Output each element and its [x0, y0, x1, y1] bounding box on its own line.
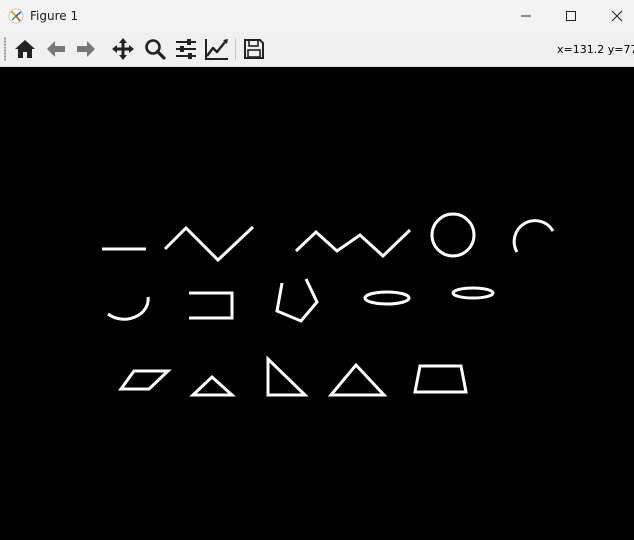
- zigzag-shape: [163, 225, 255, 263]
- minimize-icon: [521, 15, 531, 17]
- maximize-icon: [566, 11, 576, 21]
- magnifier-icon: [145, 39, 166, 60]
- floppy-disk-icon: [244, 39, 264, 59]
- arc-bottom-shape: [107, 296, 150, 321]
- arrow-right-icon: [77, 41, 95, 57]
- configure-subplots-button[interactable]: [173, 36, 199, 62]
- matplotlib-logo-icon: [8, 8, 24, 24]
- triangle-shape: [327, 362, 388, 397]
- wave-zigzag-shape: [294, 228, 412, 259]
- close-button[interactable]: [594, 0, 634, 32]
- drawing-area: [102, 212, 555, 397]
- arc-top-shape: [512, 219, 555, 253]
- cursor-coordinates: x=131.2 y=77.9: [557, 43, 634, 56]
- line-chart-icon: [205, 39, 228, 60]
- parallelogram-shape: [118, 369, 172, 391]
- toolbar-grip[interactable]: [4, 37, 6, 61]
- edit-axis-button[interactable]: [204, 36, 230, 62]
- close-icon: [611, 10, 623, 22]
- window-title: Figure 1: [30, 9, 79, 23]
- ellipse-shape: [363, 290, 411, 306]
- title-bar: Figure 1: [0, 0, 634, 32]
- move-icon: [112, 38, 134, 60]
- small-triangle-shape: [189, 374, 236, 397]
- home-button[interactable]: [12, 36, 38, 62]
- right-triangle-shape: [266, 355, 309, 397]
- toolbar-separator: [235, 38, 236, 60]
- sliders-icon: [176, 39, 196, 59]
- small-ellipse-shape: [451, 286, 495, 300]
- figure-window: Figure 1 x=131.2 y=77: [0, 0, 634, 540]
- navigation-toolbar: x=131.2 y=77.9: [0, 32, 634, 67]
- save-button[interactable]: [241, 36, 267, 62]
- maximize-button[interactable]: [548, 0, 594, 32]
- open-pentagon-shape: [275, 278, 319, 323]
- circle-shape: [430, 212, 476, 258]
- arrow-left-icon: [47, 41, 65, 57]
- back-button[interactable]: [43, 36, 69, 62]
- trapezoid-shape: [413, 364, 468, 394]
- open-rectangle-shape: [189, 291, 234, 320]
- pan-button[interactable]: [110, 36, 136, 62]
- home-icon: [15, 40, 35, 58]
- minimize-button[interactable]: [503, 0, 549, 32]
- forward-button[interactable]: [73, 36, 99, 62]
- zoom-button[interactable]: [142, 36, 168, 62]
- figure-canvas[interactable]: [0, 67, 634, 540]
